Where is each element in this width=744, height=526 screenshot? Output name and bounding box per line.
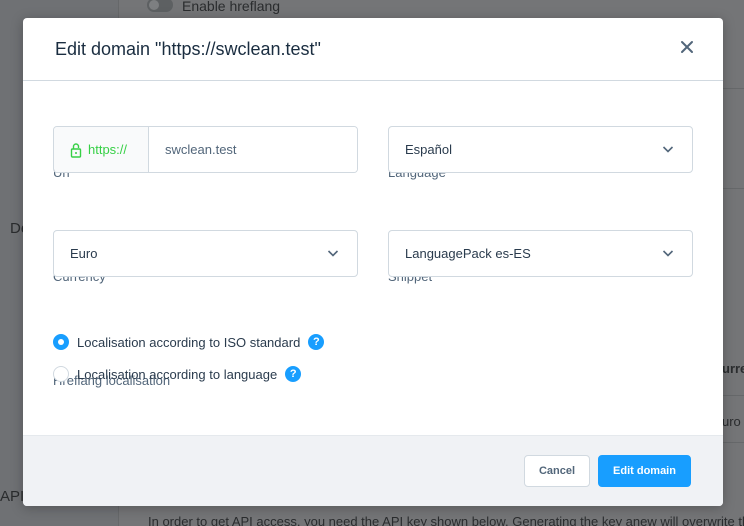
url-input[interactable] [149, 127, 357, 172]
url-prefix: https:// [54, 127, 149, 172]
radio-language-label: Localisation according to language [77, 366, 278, 382]
snippet-select[interactable]: LanguagePack es-ES [388, 230, 693, 277]
radio-iso-standard-label: Localisation according to ISO standard [77, 334, 301, 350]
modal-body: Url https:// Language * Español Currency… [23, 81, 723, 435]
url-field[interactable]: https:// [53, 126, 358, 173]
background-divider [722, 88, 744, 89]
modal-footer: Cancel Edit domain [23, 435, 723, 506]
chevron-down-icon [662, 250, 674, 257]
close-icon[interactable] [679, 40, 695, 56]
edit-domain-button[interactable]: Edit domain [598, 455, 691, 487]
currency-select-value: Euro [70, 246, 98, 261]
lock-icon [70, 142, 82, 158]
language-select-value: Español [405, 142, 452, 157]
background-divider [722, 395, 744, 396]
modal-title: Edit domain "https://swclean.test" [55, 39, 321, 59]
hreflang-toggle-label: Enable hreflang [182, 0, 281, 14]
edit-domain-modal: Edit domain "https://swclean.test" Url h… [23, 18, 723, 506]
background-api-description: In order to get API access, you need the… [148, 514, 744, 526]
background-api-label: API [0, 488, 25, 505]
chevron-down-icon [662, 146, 674, 153]
language-select[interactable]: Español [388, 126, 693, 173]
hreflang-toggle[interactable] [147, 0, 173, 12]
radio-button-unchecked[interactable] [53, 366, 69, 382]
help-icon[interactable]: ? [308, 334, 325, 350]
modal-header: Edit domain "https://swclean.test" [23, 18, 723, 81]
radio-iso-standard[interactable]: Localisation according to ISO standard ? [53, 334, 325, 350]
background-divider [722, 188, 744, 189]
cancel-button[interactable]: Cancel [524, 455, 590, 487]
url-prefix-text: https:// [88, 142, 128, 157]
help-icon[interactable]: ? [285, 366, 302, 382]
background-divider [722, 442, 744, 443]
snippet-select-value: LanguagePack es-ES [405, 246, 531, 261]
radio-button-checked[interactable] [53, 334, 69, 350]
chevron-down-icon [327, 250, 339, 257]
background-column-header: urre [722, 361, 744, 376]
currency-select[interactable]: Euro [53, 230, 358, 277]
radio-language[interactable]: Localisation according to language ? [53, 366, 302, 382]
background-column-value: uro [722, 414, 741, 429]
